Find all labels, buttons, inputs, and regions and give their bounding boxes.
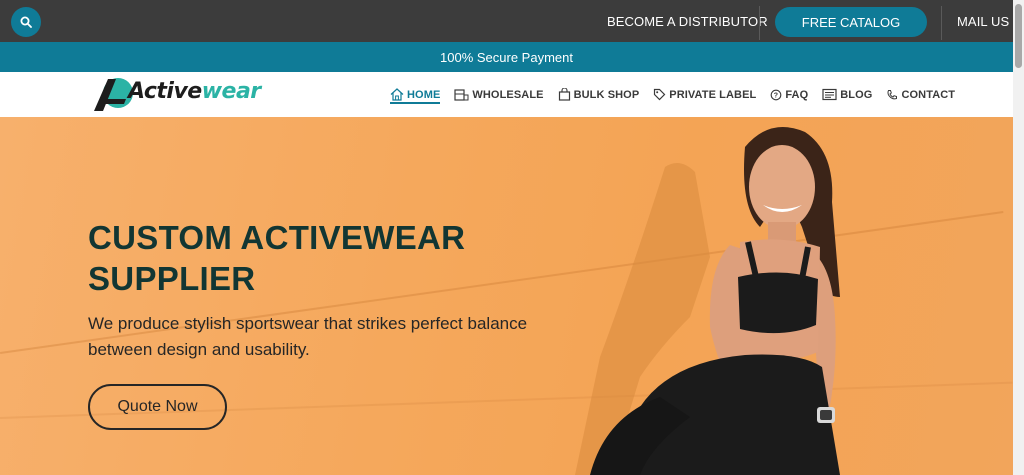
mail-us-link[interactable]: MAIL US xyxy=(957,0,1009,42)
nav-item-label: FAQ xyxy=(785,88,809,101)
nav-item-label: CONTACT xyxy=(901,88,956,101)
search-icon xyxy=(20,16,32,28)
tag-icon xyxy=(654,88,666,101)
nav-item-label: WHOLESALE xyxy=(472,88,544,101)
nav-item-private-label[interactable]: PRIVATE LABEL xyxy=(653,72,756,117)
secure-payment-bar: 100% Secure Payment xyxy=(0,42,1013,72)
nav-item-faq[interactable]: ? FAQ xyxy=(770,72,808,117)
hero-model-photo xyxy=(575,127,840,475)
nav-item-bulk-shop[interactable]: BULK SHOP xyxy=(558,72,640,117)
page-scrollbar[interactable] xyxy=(1013,0,1024,475)
hero-banner: CUSTOM ACTIVEWEAR SUPPLIER We produce st… xyxy=(0,117,1013,475)
secure-payment-text: 100% Secure Payment xyxy=(440,49,573,65)
search-button[interactable] xyxy=(11,7,41,37)
hero-subtitle: We produce stylish sportswear that strik… xyxy=(88,314,528,359)
logo-text: Activewear xyxy=(128,79,261,104)
phone-icon xyxy=(887,89,898,99)
free-catalog-button[interactable]: FREE CATALOG xyxy=(775,7,927,37)
activewear-logo[interactable]: Activewear xyxy=(92,75,261,113)
divider xyxy=(759,6,760,40)
hero-title: CUSTOM ACTIVEWEAR SUPPLIER xyxy=(88,219,466,297)
bag-icon xyxy=(558,88,570,101)
scrollbar-thumb[interactable] xyxy=(1015,4,1022,68)
become-distributor-link[interactable]: BECOME A DISTRIBUTOR xyxy=(607,0,768,42)
svg-text:?: ? xyxy=(774,92,778,99)
nav-item-blog[interactable]: BLOG xyxy=(822,72,872,117)
divider xyxy=(941,6,942,40)
blog-icon xyxy=(822,88,837,101)
top-bar: BECOME A DISTRIBUTOR FREE CATALOG MAIL U… xyxy=(0,0,1013,42)
nav-item-wholesale[interactable]: WHOLESALE xyxy=(454,72,543,117)
nav-item-label: PRIVATE LABEL xyxy=(669,88,757,101)
home-icon xyxy=(390,88,404,101)
nav-item-home[interactable]: HOME xyxy=(390,72,441,117)
nav-item-contact[interactable]: CONTACT xyxy=(886,72,955,117)
nav-item-label: BULK SHOP xyxy=(573,88,640,101)
nav-menu: HOME WHOLESALE BULK SHOP PRIVATE LABEL ?… xyxy=(390,72,969,117)
warehouse-icon xyxy=(454,89,469,101)
question-icon: ? xyxy=(770,89,782,100)
quote-now-button[interactable]: Quote Now xyxy=(88,384,227,430)
main-nav: Activewear HOME WHOLESALE BULK SHOP PRIV… xyxy=(0,72,1013,117)
nav-item-label: BLOG xyxy=(840,88,873,101)
nav-item-label: HOME xyxy=(407,88,441,101)
